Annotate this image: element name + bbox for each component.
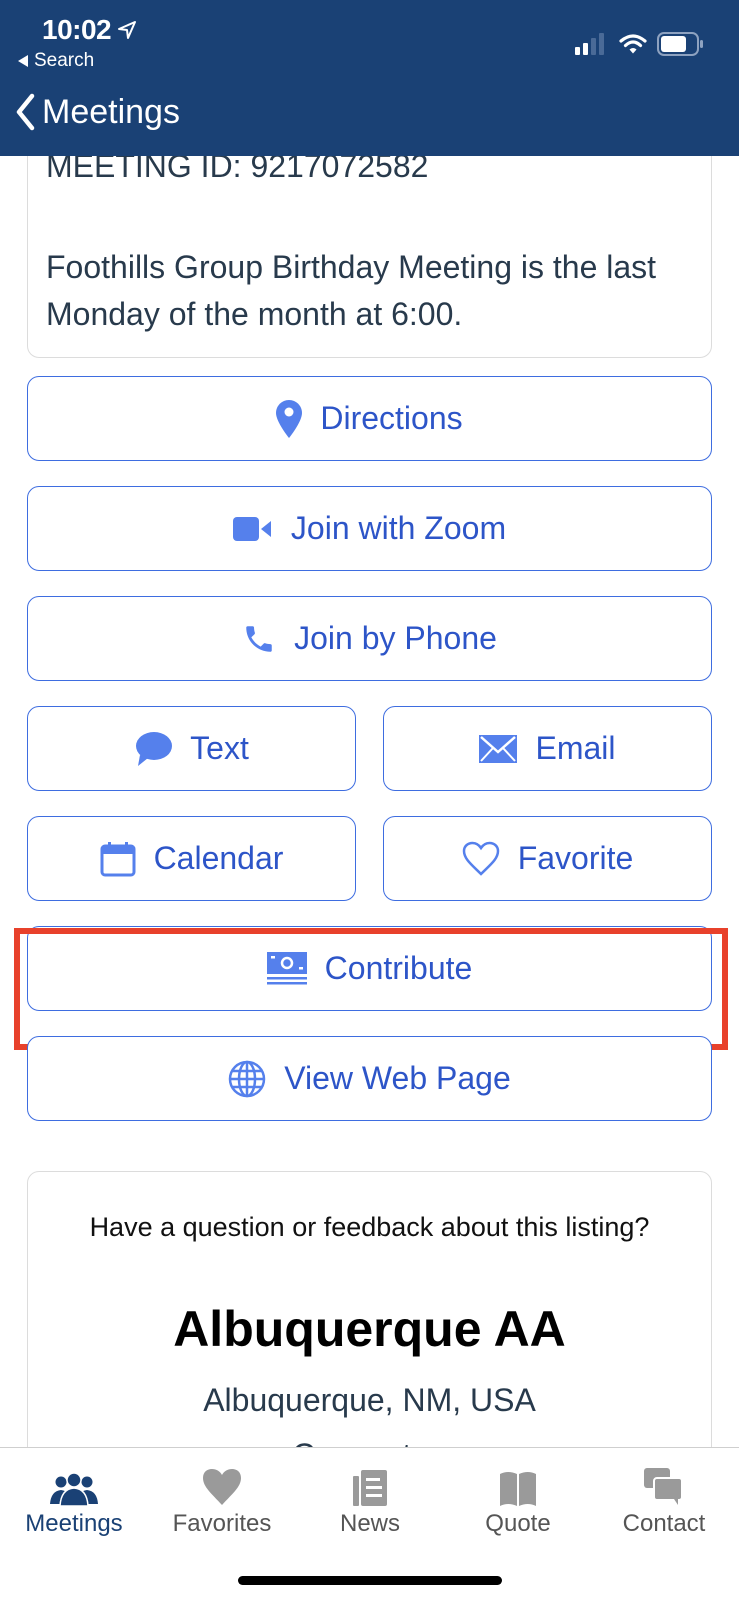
map-pin-icon [276, 399, 303, 438]
tab-meetings-label: Meetings [25, 1510, 123, 1537]
tab-contact[interactable]: Contact [590, 1458, 738, 1538]
news-icon [353, 1470, 387, 1506]
back-button[interactable]: Meetings [14, 92, 180, 132]
heart-outline-icon [462, 841, 499, 876]
text-label: Text [190, 730, 249, 766]
tab-favorites-label: Favorites [172, 1510, 272, 1537]
join-zoom-button[interactable]: Join with Zoom [27, 486, 712, 571]
calendar-button[interactable]: Calendar [27, 816, 356, 901]
tab-contact-label: Contact [622, 1510, 706, 1537]
join-phone-button[interactable]: Join by Phone [27, 596, 712, 681]
directions-label: Directions [320, 400, 463, 436]
contribute-button[interactable]: Contribute [27, 926, 712, 1011]
video-camera-icon [232, 516, 271, 541]
email-label: Email [535, 730, 616, 766]
tab-quote[interactable]: Quote [444, 1458, 592, 1538]
favorite-button[interactable]: Favorite [383, 816, 712, 901]
tab-quote-label: Quote [485, 1510, 551, 1537]
feedback-question: Have a question or feedback about this l… [89, 1212, 650, 1242]
org-name: Albuquerque AA [173, 1301, 566, 1357]
status-icons [575, 32, 703, 56]
chevron-left-icon [16, 93, 35, 131]
tab-news-label: News [339, 1510, 400, 1537]
back-triangle-icon [18, 55, 28, 67]
phone-icon [246, 625, 272, 652]
tab-news[interactable]: News [296, 1458, 444, 1538]
calendar-icon [100, 841, 136, 876]
org-location: Albuquerque, NM, USA [203, 1382, 536, 1418]
header: 10:02 Search Meetings [0, 0, 739, 156]
email-button[interactable]: Email [383, 706, 712, 791]
join-phone-label: Join by Phone [294, 620, 497, 656]
favorite-label: Favorite [517, 840, 634, 876]
tab-favorites[interactable]: Favorites [148, 1458, 296, 1538]
globe-icon [228, 1060, 266, 1097]
calendar-label: Calendar [153, 840, 284, 876]
location-arrow-icon [118, 21, 137, 39]
heart-icon [203, 1469, 241, 1505]
view-web-page-button[interactable]: View Web Page [27, 1036, 712, 1121]
contribute-label: Contribute [324, 950, 473, 986]
tab-meetings[interactable]: Meetings [0, 1458, 148, 1538]
home-indicator [238, 1576, 502, 1585]
back-label: Meetings [42, 92, 180, 131]
cellular-signal-icon [575, 33, 604, 55]
join-zoom-label: Join with Zoom [290, 510, 507, 546]
view-web-page-label: View Web Page [284, 1060, 511, 1096]
battery-icon [657, 32, 703, 56]
money-icon [266, 951, 307, 984]
directions-button[interactable]: Directions [27, 376, 712, 461]
status-time: 10:02 [42, 14, 137, 46]
speech-bubble-icon [136, 731, 173, 766]
people-icon [50, 1472, 98, 1506]
book-icon [500, 1472, 536, 1506]
envelope-icon [479, 734, 518, 763]
meeting-notes: Foothills Group Birthday Meeting is the … [46, 249, 657, 332]
wifi-icon [619, 34, 647, 54]
text-button[interactable]: Text [27, 706, 356, 791]
chat-icon [644, 1468, 683, 1505]
status-back-to-app[interactable]: Search [18, 50, 94, 72]
screen: MEETING ID: 9217072582 Foothills Group B… [0, 0, 739, 1600]
